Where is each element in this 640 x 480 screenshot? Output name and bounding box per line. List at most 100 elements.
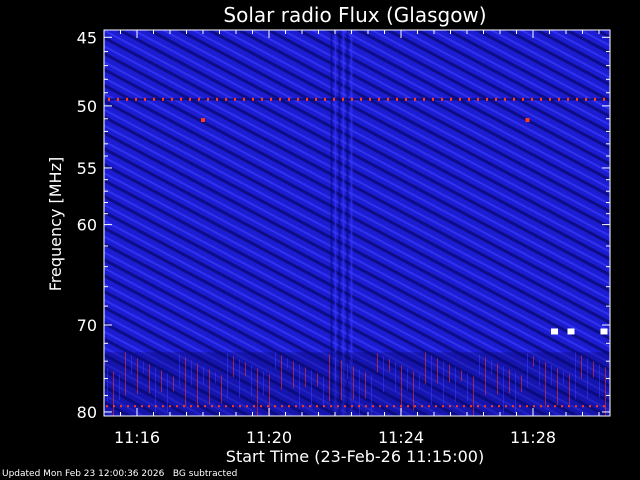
lower-band-dot: [533, 405, 535, 408]
noise-streak: [563, 371, 564, 385]
noise-streak: [221, 375, 222, 404]
interference-dot: [414, 97, 416, 101]
lower-band-dot: [596, 405, 598, 408]
lower-band-dot: [540, 405, 542, 408]
interference-dot: [252, 97, 254, 101]
noise-streak: [281, 355, 282, 390]
noise-streak: [293, 361, 294, 389]
lower-band-dot: [519, 405, 521, 408]
lower-band-dot: [260, 405, 262, 408]
x-axis-label: Start Time (23-Feb-26 11:15:00): [226, 447, 484, 466]
spectrogram-chart: Solar radio Flux (Glasgow) 455055607080 …: [46, 3, 611, 466]
lower-band-dot: [274, 405, 276, 408]
noise-streak: [209, 369, 210, 405]
interference-dot: [549, 97, 551, 101]
noise-streak: [593, 361, 594, 378]
noise-streak: [317, 373, 318, 387]
noise-streak: [311, 370, 312, 408]
lower-band-dot: [477, 405, 479, 408]
noise-streak: [275, 352, 276, 370]
lower-band-dot: [582, 405, 584, 408]
interference-dot: [540, 97, 542, 101]
noise-streak: [599, 364, 600, 398]
y-tick-label: 70: [77, 316, 97, 335]
interference-dot: [432, 97, 434, 101]
lower-band-dot: [134, 405, 136, 408]
lower-band-dot: [148, 405, 150, 408]
lower-band-dot: [246, 405, 248, 408]
y-tick-label: 50: [77, 97, 97, 116]
noise-streak: [503, 366, 504, 415]
interference-dot: [270, 97, 272, 101]
lower-band-dot: [197, 405, 199, 408]
lower-band-dot: [372, 405, 374, 408]
noise-streak: [407, 368, 408, 391]
interference-dot: [576, 97, 578, 101]
noise-streak: [365, 372, 366, 399]
interference-dot: [486, 97, 488, 101]
interference-dot: [108, 97, 110, 101]
interference-dot: [162, 97, 164, 101]
noise-streak: [239, 359, 240, 398]
noise-streak: [341, 360, 342, 401]
noise-streak: [509, 369, 510, 394]
lower-band-dot: [484, 405, 486, 408]
lower-band-dot: [239, 405, 241, 408]
lower-band-dot: [162, 405, 164, 408]
noise-streak: [329, 354, 330, 402]
noise-streak: [521, 375, 522, 393]
noise-streak: [527, 353, 528, 388]
lower-band-dot: [323, 405, 325, 408]
noise-streak: [191, 360, 192, 386]
interference-dot: [297, 97, 299, 101]
lower-band-dot: [302, 405, 304, 408]
interference-dot: [522, 97, 524, 101]
noise-streak: [401, 365, 402, 412]
noise-streak: [545, 362, 546, 407]
interference-dot: [450, 97, 452, 101]
x-tick-label: 11:16: [114, 428, 160, 447]
interference-dot: [567, 97, 569, 101]
bright-point: [525, 118, 530, 123]
noise-streak: [299, 364, 300, 409]
lower-band-dot: [120, 405, 122, 408]
x-tick-label: 11:24: [378, 428, 424, 447]
interference-dot: [243, 97, 245, 101]
interference-dot: [279, 97, 281, 101]
bright-point: [551, 328, 558, 335]
noise-streak: [161, 370, 162, 393]
noise-streak: [305, 367, 306, 388]
interference-dot: [423, 97, 425, 101]
lower-band-dot: [211, 405, 213, 408]
interference-dot: [126, 97, 128, 101]
noise-streak: [353, 366, 354, 400]
lower-band-dot: [141, 405, 143, 408]
lower-band-dot: [407, 405, 409, 408]
y-tick-label: 55: [77, 159, 97, 178]
interference-dot: [198, 97, 200, 101]
noise-streak: [575, 352, 576, 400]
lower-band-dot: [561, 405, 563, 408]
interference-dot: [531, 97, 533, 101]
bg-subtracted-note: BG subtracted: [172, 469, 238, 479]
footer: Updated Mon Feb 23 12:00:36 2026 BG subt…: [2, 469, 237, 479]
noise-streak: [437, 358, 438, 384]
noise-streak: [605, 367, 606, 416]
noise-streak: [143, 361, 144, 374]
lower-band-dot: [127, 405, 129, 408]
lower-band-dot: [176, 405, 178, 408]
bright-point: [600, 328, 608, 335]
y-tick-label: 45: [77, 28, 97, 47]
lower-band-dot: [491, 405, 493, 408]
noise-streak: [419, 374, 420, 390]
interference-dot: [459, 97, 461, 101]
noise-streak: [197, 363, 198, 406]
noise-streak: [233, 356, 234, 378]
x-tick-label: 11:20: [246, 428, 292, 447]
noise-streak: [185, 357, 186, 407]
chart-title: Solar radio Flux (Glasgow): [223, 3, 486, 27]
interference-dot: [405, 97, 407, 101]
interference-dot: [144, 97, 146, 101]
noise-streak: [395, 362, 396, 392]
noise-streak: [203, 366, 204, 385]
